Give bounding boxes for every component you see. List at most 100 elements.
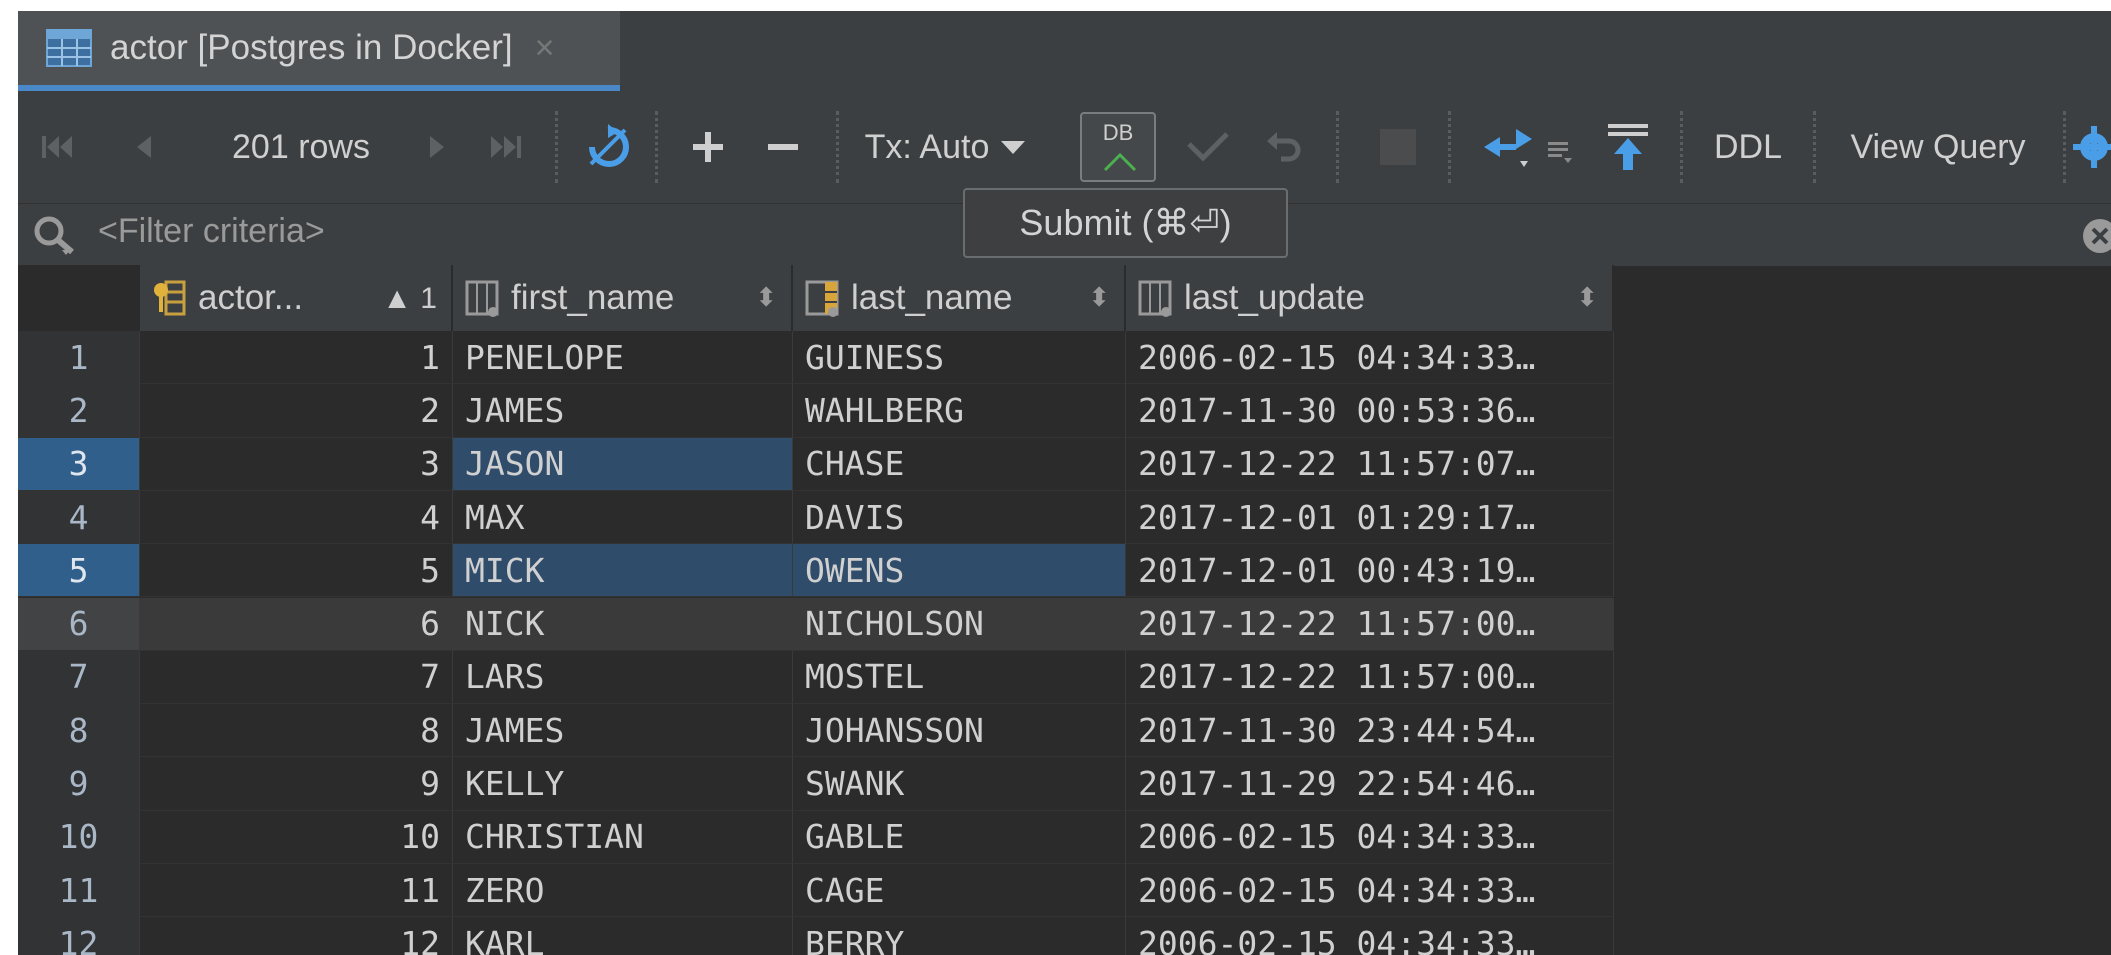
add-row-icon[interactable] (678, 91, 738, 203)
column-header-last-name[interactable]: last_name ⬍ (793, 265, 1126, 331)
chevron-down-icon (1001, 141, 1026, 154)
cell-last-update[interactable]: 2017-12-01 00:43:19… (1126, 544, 1614, 598)
view-query-button[interactable]: View Query (1823, 91, 2053, 203)
last-page-icon[interactable] (476, 91, 536, 203)
cell-last-name[interactable]: MOSTEL (793, 650, 1126, 705)
column-icon (1138, 280, 1172, 317)
toolbar-separator (555, 111, 558, 183)
row-number[interactable]: 4 (18, 490, 140, 545)
cell-first-name[interactable]: KELLY (453, 757, 793, 811)
cell-actor-id[interactable]: 7 (140, 650, 453, 705)
sort-toggle-icon[interactable]: ⬍ (1576, 282, 1598, 313)
cell-last-name[interactable]: GUINESS (793, 331, 1126, 385)
cell-actor-id[interactable]: 10 (140, 810, 453, 864)
cell-last-update[interactable]: 2017-12-22 11:57:00… (1126, 597, 1614, 651)
cell-last-name[interactable]: GABLE (793, 810, 1126, 864)
row-number[interactable]: 3 (18, 437, 140, 491)
sort-icon[interactable] (1533, 91, 1583, 203)
column-name: last_name (851, 278, 1013, 317)
cell-last-name[interactable]: CHASE (793, 437, 1126, 491)
sort-toggle-icon[interactable]: ⬍ (1088, 282, 1110, 313)
sort-ascending-indicator[interactable]: ▲ 1 (382, 282, 437, 316)
row-number[interactable]: 7 (18, 650, 140, 705)
transaction-mode-dropdown[interactable]: Tx: Auto (860, 91, 1030, 203)
cell-first-name[interactable]: JAMES (453, 704, 793, 758)
toolbar-separator (836, 111, 839, 183)
commit-check-icon[interactable] (1178, 91, 1238, 203)
cell-actor-id[interactable]: 6 (140, 597, 453, 651)
cell-last-name[interactable]: SWANK (793, 757, 1126, 811)
row-count[interactable]: 201 rows (186, 91, 416, 203)
toolbar-separator (1448, 111, 1451, 183)
cell-last-name[interactable]: CAGE (793, 864, 1126, 918)
ddl-button[interactable]: DDL (1698, 91, 1798, 203)
cell-last-name[interactable]: JOHANSSON (793, 704, 1126, 758)
cell-actor-id[interactable]: 8 (140, 704, 453, 758)
database-console-window: actor [Postgres in Docker] × 201 rows Tx… (18, 11, 2111, 955)
column-icon (465, 280, 499, 317)
cell-last-update[interactable]: 2017-12-01 01:29:17… (1126, 490, 1614, 545)
cell-first-name[interactable]: NICK (453, 597, 793, 651)
cell-last-update[interactable]: 2006-02-15 04:34:33… (1126, 917, 1614, 955)
cell-last-name[interactable]: WAHLBERG (793, 384, 1126, 438)
cell-actor-id[interactable]: 4 (140, 490, 453, 545)
cell-actor-id[interactable]: 5 (140, 544, 453, 598)
previous-page-icon[interactable] (118, 91, 168, 203)
row-number[interactable]: 6 (18, 597, 140, 651)
cancel-running-icon[interactable] (1358, 91, 1438, 203)
cell-first-name[interactable]: JASON (453, 437, 793, 491)
cell-last-name[interactable]: BERRY (793, 917, 1126, 955)
cell-first-name[interactable]: KARL (453, 917, 793, 955)
filter-criteria-input[interactable]: <Filter criteria> (98, 212, 325, 251)
column-header-first-name[interactable]: first_name ⬍ (453, 265, 793, 331)
cell-actor-id[interactable]: 2 (140, 384, 453, 438)
cell-last-name[interactable]: OWENS (793, 544, 1126, 598)
toolbar-separator (1680, 111, 1683, 183)
cell-actor-id[interactable]: 9 (140, 757, 453, 811)
cell-last-update[interactable]: 2006-02-15 04:34:33… (1126, 864, 1614, 918)
row-number-header (18, 265, 140, 331)
column-header-actor-id[interactable]: actor... ▲ 1 (140, 265, 453, 331)
row-number[interactable]: 5 (18, 544, 140, 598)
cell-actor-id[interactable]: 11 (140, 864, 453, 918)
cell-last-update[interactable]: 2017-12-22 11:57:07… (1126, 437, 1614, 491)
cell-first-name[interactable]: MAX (453, 490, 793, 545)
close-icon[interactable]: × (535, 29, 555, 68)
cell-actor-id[interactable]: 1 (140, 331, 453, 385)
clear-filter-icon[interactable] (2082, 218, 2111, 254)
cell-last-update[interactable]: 2006-02-15 04:34:33… (1126, 810, 1614, 864)
row-number[interactable]: 1 (18, 331, 140, 385)
delete-row-icon[interactable] (753, 91, 813, 203)
cell-last-update[interactable]: 2017-11-30 23:44:54… (1126, 704, 1614, 758)
sort-toggle-icon[interactable]: ⬍ (755, 282, 777, 313)
cell-last-update[interactable]: 2006-02-15 04:34:33… (1126, 331, 1614, 385)
cell-last-name[interactable]: DAVIS (793, 490, 1126, 545)
cell-last-update[interactable]: 2017-11-30 00:53:36… (1126, 384, 1614, 438)
export-icon[interactable] (1593, 91, 1663, 203)
row-number[interactable]: 8 (18, 704, 140, 758)
refresh-icon[interactable] (573, 91, 643, 203)
settings-gear-icon[interactable] (2073, 91, 2111, 203)
tab-actor[interactable]: actor [Postgres in Docker] × (18, 11, 620, 91)
row-number[interactable]: 11 (18, 864, 140, 918)
cell-first-name[interactable]: PENELOPE (453, 331, 793, 385)
next-page-icon[interactable] (413, 91, 463, 203)
cell-last-name[interactable]: NICHOLSON (793, 597, 1126, 651)
cell-first-name[interactable]: JAMES (453, 384, 793, 438)
cell-first-name[interactable]: CHRISTIAN (453, 810, 793, 864)
row-number[interactable]: 10 (18, 810, 140, 864)
column-header-last-update[interactable]: last_update ⬍ (1126, 265, 1614, 331)
row-number[interactable]: 12 (18, 917, 140, 955)
cell-first-name[interactable]: LARS (453, 650, 793, 705)
cell-last-update[interactable]: 2017-12-22 11:57:00… (1126, 650, 1614, 705)
cell-first-name[interactable]: MICK (453, 544, 793, 598)
first-page-icon[interactable] (32, 91, 82, 203)
cell-actor-id[interactable]: 12 (140, 917, 453, 955)
row-number[interactable]: 2 (18, 384, 140, 438)
row-number[interactable]: 9 (18, 757, 140, 811)
rollback-icon[interactable] (1253, 91, 1313, 203)
cell-last-update[interactable]: 2017-11-29 22:54:46… (1126, 757, 1614, 811)
cell-first-name[interactable]: ZERO (453, 864, 793, 918)
submit-button[interactable]: DB (1078, 91, 1158, 203)
cell-actor-id[interactable]: 3 (140, 437, 453, 491)
